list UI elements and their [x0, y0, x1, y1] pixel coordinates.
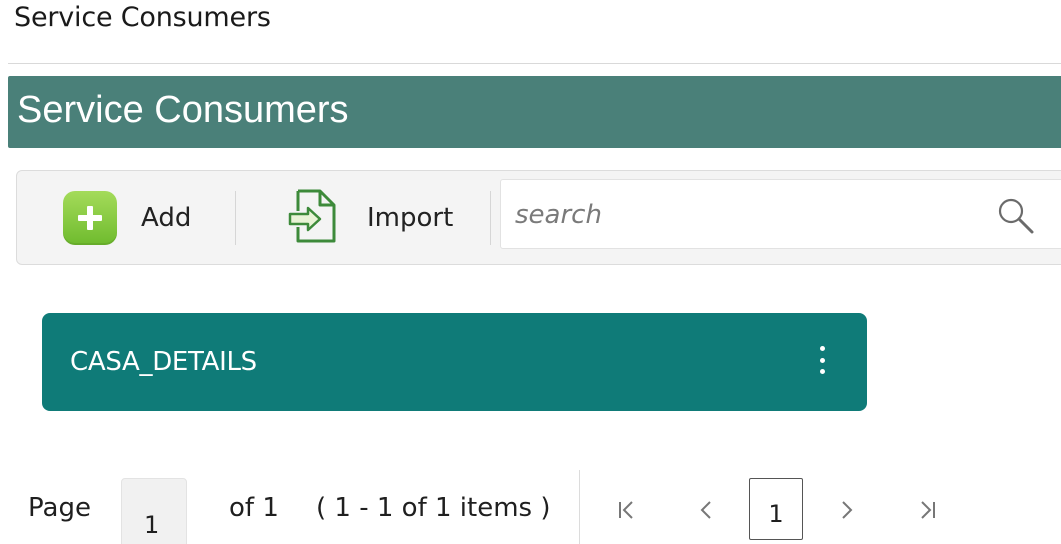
toolbar-separator [235, 191, 236, 245]
page-title: Service Consumers [14, 2, 271, 33]
page-label: Page [28, 493, 91, 523]
section-banner: Service Consumers [8, 76, 1061, 148]
add-button-label: Add [141, 202, 192, 233]
service-consumers-page: Service Consumers Service Consumers Add [0, 0, 1061, 544]
import-button[interactable]: Import [288, 171, 453, 264]
pagination: Page of 1 ( 1 - 1 of 1 items ) 1 [0, 470, 1061, 544]
import-button-label: Import [367, 202, 454, 233]
plus-icon [63, 190, 117, 245]
last-page-icon[interactable] [910, 492, 946, 528]
search-input[interactable] [513, 192, 977, 238]
pager-separator [579, 470, 580, 544]
service-consumer-card[interactable]: CASA_DETAILS [42, 313, 867, 411]
service-consumer-name: CASA_DETAILS [70, 347, 257, 377]
previous-page-icon[interactable] [688, 492, 724, 528]
toolbar-separator [490, 191, 491, 245]
current-page-button[interactable]: 1 [749, 478, 803, 540]
import-icon [288, 187, 340, 249]
banner-title: Service Consumers [17, 89, 349, 131]
toolbar: Add Import [16, 170, 1061, 265]
kebab-menu-icon[interactable] [816, 343, 828, 377]
page-number-input[interactable] [121, 478, 187, 544]
first-page-icon[interactable] [608, 492, 644, 528]
add-button[interactable]: Add [63, 171, 191, 264]
title-divider [8, 63, 1061, 64]
page-count-label: of 1 [229, 493, 279, 523]
search-box [500, 179, 1061, 249]
items-range-label: ( 1 - 1 of 1 items ) [316, 493, 551, 523]
search-icon[interactable] [996, 196, 1036, 236]
next-page-icon[interactable] [829, 492, 865, 528]
